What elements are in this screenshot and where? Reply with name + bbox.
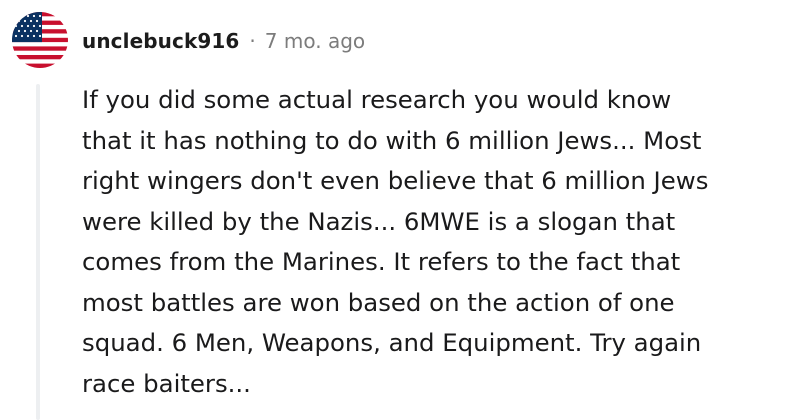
avatar[interactable] — [12, 12, 68, 68]
thread-collapse-line[interactable] — [36, 84, 40, 420]
comment: unclebuck916 · 7 mo. ago If you did some… — [0, 0, 806, 420]
us-flag-icon — [12, 12, 68, 68]
comment-body: If you did some actual research you woul… — [82, 85, 709, 398]
comment-header: unclebuck916 · 7 mo. ago — [82, 26, 365, 56]
timestamp-link[interactable]: 7 mo. ago — [265, 29, 365, 53]
username-link[interactable]: unclebuck916 — [82, 29, 239, 53]
meta-separator: · — [249, 29, 256, 53]
